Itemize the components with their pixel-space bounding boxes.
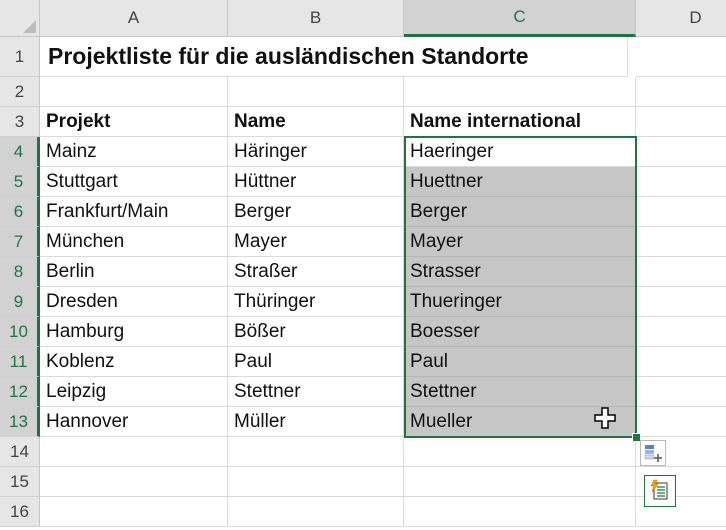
data-cell-b[interactable]: Müller	[228, 407, 404, 437]
data-cell-a[interactable]: Leipzig	[40, 377, 228, 407]
cell[interactable]	[636, 227, 726, 257]
data-cell-b[interactable]: Hüttner	[228, 167, 404, 197]
cell[interactable]	[404, 467, 636, 497]
data-cell-c[interactable]: Mayer	[404, 227, 636, 257]
row-header-9[interactable]: 9	[0, 287, 40, 317]
cell[interactable]	[636, 287, 726, 317]
row-header-14[interactable]: 14	[0, 437, 40, 467]
data-cell-c[interactable]: Boesser	[404, 317, 636, 347]
data-cell-b[interactable]: Stettner	[228, 377, 404, 407]
cell[interactable]	[636, 257, 726, 287]
cell[interactable]	[40, 467, 228, 497]
data-cell-a[interactable]: Dresden	[40, 287, 228, 317]
cell[interactable]	[636, 347, 726, 377]
cell[interactable]	[228, 77, 404, 107]
cell[interactable]	[636, 37, 726, 77]
cell[interactable]	[636, 377, 726, 407]
cell[interactable]	[636, 167, 726, 197]
quick-analysis-icon[interactable]	[640, 440, 666, 466]
spreadsheet-grid[interactable]: A B C D 1 2 3 4 5 6 7 8 9 10 11 12 13 14 15 16 Projektliste …	[0, 0, 726, 530]
data-cell-b[interactable]: Häringer	[228, 137, 404, 167]
cell[interactable]	[404, 437, 636, 467]
row-header-3[interactable]: 3	[0, 107, 40, 137]
column-header-b[interactable]: B	[228, 0, 404, 37]
row-header-2[interactable]: 2	[0, 77, 40, 107]
data-cell-a[interactable]: Hannover	[40, 407, 228, 437]
row-header-7[interactable]: 7	[0, 227, 40, 257]
move-cursor-icon	[594, 407, 616, 429]
data-cell-c[interactable]: Haeringer	[404, 137, 636, 167]
cell[interactable]	[40, 77, 228, 107]
select-all-button[interactable]	[0, 0, 40, 37]
row-header-5[interactable]: 5	[0, 167, 40, 197]
data-cell-a[interactable]: Hamburg	[40, 317, 228, 347]
row-header-15[interactable]: 15	[0, 467, 40, 497]
cell[interactable]	[636, 407, 726, 437]
cell[interactable]	[228, 497, 404, 527]
data-cell-a[interactable]: Berlin	[40, 257, 228, 287]
cell[interactable]	[40, 437, 228, 467]
data-cell-a[interactable]: München	[40, 227, 228, 257]
row-header-6[interactable]: 6	[0, 197, 40, 227]
column-label-a[interactable]: Projekt	[40, 107, 228, 137]
data-cell-c[interactable]: Berger	[404, 197, 636, 227]
row-header-4[interactable]: 4	[0, 137, 40, 167]
data-cell-a[interactable]: Mainz	[40, 137, 228, 167]
data-cell-c[interactable]: Huettner	[404, 167, 636, 197]
cell[interactable]	[40, 497, 228, 527]
column-header-a[interactable]: A	[40, 0, 228, 37]
cell[interactable]	[636, 197, 726, 227]
cell[interactable]	[228, 437, 404, 467]
data-cell-b[interactable]: Mayer	[228, 227, 404, 257]
data-cell-b[interactable]: Straßer	[228, 257, 404, 287]
data-cell-a[interactable]: Stuttgart	[40, 167, 228, 197]
column-label-c[interactable]: Name international	[404, 107, 636, 137]
row-header-10[interactable]: 10	[0, 317, 40, 347]
cell[interactable]	[404, 497, 636, 527]
data-cell-b[interactable]: Thüringer	[228, 287, 404, 317]
data-cell-c[interactable]: Strasser	[404, 257, 636, 287]
data-cell-a[interactable]: Frankfurt/Main	[40, 197, 228, 227]
data-cell-c[interactable]: Thueringer	[404, 287, 636, 317]
cell[interactable]	[636, 137, 726, 167]
cell[interactable]	[636, 317, 726, 347]
column-header-d[interactable]: D	[636, 0, 726, 37]
data-cell-b[interactable]: Bößer	[228, 317, 404, 347]
flash-fill-icon[interactable]	[644, 475, 676, 507]
cell[interactable]	[636, 107, 726, 137]
cell[interactable]	[636, 77, 726, 107]
data-cell-b[interactable]: Berger	[228, 197, 404, 227]
row-header-11[interactable]: 11	[0, 347, 40, 377]
row-header-8[interactable]: 8	[0, 257, 40, 287]
sheet-title[interactable]: Projektliste für die ausländischen Stand…	[40, 37, 628, 77]
data-cell-b[interactable]: Paul	[228, 347, 404, 377]
column-header-c[interactable]: C	[404, 0, 636, 37]
row-header-12[interactable]: 12	[0, 377, 40, 407]
data-cell-c[interactable]: Paul	[404, 347, 636, 377]
row-header-13[interactable]: 13	[0, 407, 40, 437]
data-cell-c[interactable]: Stettner	[404, 377, 636, 407]
cell[interactable]	[404, 77, 636, 107]
cell[interactable]	[228, 467, 404, 497]
data-cell-a[interactable]: Koblenz	[40, 347, 228, 377]
select-all-triangle-icon	[23, 20, 36, 33]
column-label-b[interactable]: Name	[228, 107, 404, 137]
row-header-1[interactable]: 1	[0, 37, 40, 77]
row-header-16[interactable]: 16	[0, 497, 40, 527]
